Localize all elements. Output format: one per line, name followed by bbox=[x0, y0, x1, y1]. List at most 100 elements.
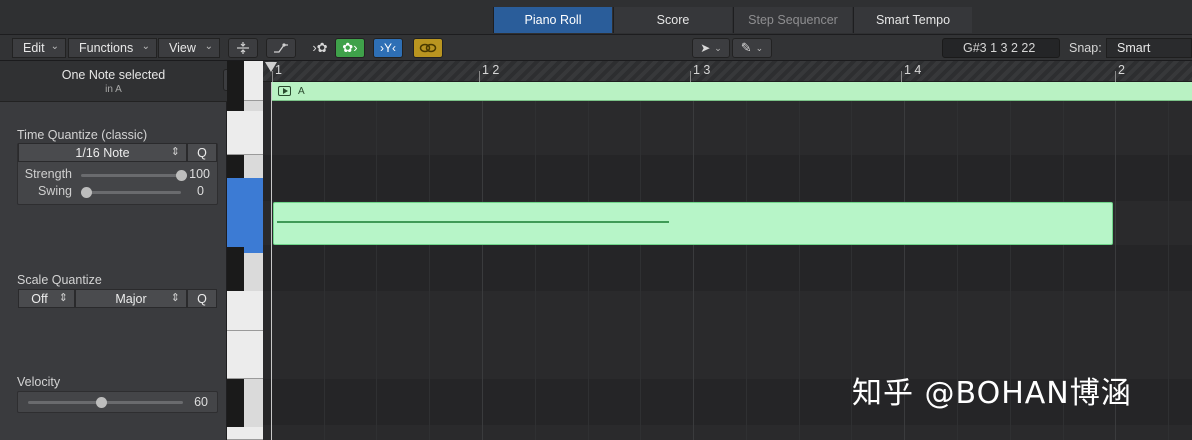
grid-line bbox=[640, 101, 641, 440]
selection-title: One Note selected bbox=[61, 68, 166, 82]
strength-slider-track[interactable] bbox=[81, 174, 181, 177]
automation-curve-icon bbox=[274, 43, 288, 53]
piano-black-key[interactable] bbox=[227, 379, 244, 427]
catch-icon: ›Y‹ bbox=[380, 41, 396, 55]
grid-line bbox=[429, 101, 430, 440]
grid-line bbox=[324, 101, 325, 440]
snap-select[interactable]: Smart bbox=[1106, 38, 1192, 58]
ruler-tick bbox=[479, 71, 480, 82]
velocity-value: 60 bbox=[194, 395, 208, 409]
grid-line bbox=[746, 101, 747, 440]
updown-chevron-icon: ⇕ bbox=[170, 146, 180, 158]
tab-score[interactable]: Score bbox=[613, 7, 732, 33]
ruler-label: 1 4 bbox=[904, 63, 922, 77]
tab-step-sequencer[interactable]: Step Sequencer bbox=[733, 7, 852, 33]
chevron-down-icon: ⌄ bbox=[141, 41, 150, 52]
scale-root-value: Off bbox=[31, 291, 48, 306]
edit-menu-label: Edit bbox=[23, 41, 45, 55]
pointer-tool-menu[interactable]: ➤ ⌄ bbox=[692, 38, 730, 58]
functions-menu-label: Functions bbox=[79, 41, 134, 55]
piano-white-key[interactable] bbox=[227, 331, 263, 379]
piano-white-key[interactable] bbox=[227, 427, 263, 440]
velocity-slider-thumb[interactable] bbox=[95, 397, 107, 408]
view-menu-label: View bbox=[169, 41, 196, 55]
edit-menu[interactable]: Edit ⌄ bbox=[12, 38, 66, 58]
playhead-handle-icon[interactable] bbox=[265, 62, 277, 72]
ruler-tick bbox=[272, 71, 273, 82]
selected-piano-key[interactable] bbox=[227, 178, 263, 253]
swing-slider-track[interactable] bbox=[81, 191, 181, 194]
midi-out-button[interactable]: ✿› bbox=[335, 38, 365, 58]
grid-line bbox=[535, 101, 536, 440]
piano-black-key[interactable] bbox=[227, 61, 244, 111]
ruler-tick bbox=[1115, 71, 1116, 82]
grid-line bbox=[588, 101, 589, 440]
grid-line bbox=[482, 101, 483, 440]
tab-smart-tempo[interactable]: Smart Tempo bbox=[853, 7, 972, 33]
piano-keyboard[interactable] bbox=[227, 61, 263, 440]
tab-bar: Piano Roll Score Step Sequencer Smart Te… bbox=[0, 0, 1192, 35]
pitch-lane bbox=[263, 101, 1192, 155]
piano-black-key[interactable] bbox=[227, 247, 244, 291]
piano-white-key[interactable] bbox=[227, 291, 263, 331]
editor-toolbar: Edit ⌄ Functions ⌄ View ⌄ ›✿ ✿› ›Y‹ ➤ ⌄ … bbox=[0, 35, 1192, 61]
pitch-lane bbox=[263, 245, 1192, 291]
pitch-lane bbox=[263, 155, 1192, 201]
velocity-label: Velocity bbox=[17, 375, 61, 389]
strength-label: Strength bbox=[24, 167, 72, 181]
snap-label: Snap: bbox=[1069, 41, 1102, 55]
pencil-icon: ✎ bbox=[740, 40, 752, 55]
ruler-label: 2 bbox=[1118, 63, 1125, 77]
pitch-lane bbox=[263, 291, 1192, 379]
bar-ruler[interactable]: 1 1 2 1 3 1 4 2 bbox=[263, 61, 1192, 82]
pencil-tool-menu[interactable]: ✎ ⌄ bbox=[732, 38, 772, 58]
note-velocity-line bbox=[277, 221, 669, 223]
time-quantize-q-button[interactable]: Q bbox=[187, 143, 217, 162]
time-quantize-label: Time Quantize (classic) bbox=[17, 128, 148, 142]
grid-line bbox=[1168, 101, 1169, 440]
selection-subtitle: in A bbox=[105, 84, 122, 95]
updown-chevron-icon: ⇕ bbox=[170, 292, 180, 304]
chevron-down-icon: ⌄ bbox=[50, 41, 59, 52]
ruler-label: 1 3 bbox=[693, 63, 711, 77]
link-button[interactable] bbox=[413, 38, 443, 58]
ruler-label: 1 2 bbox=[482, 63, 500, 77]
catch-button[interactable]: ›Y‹ bbox=[373, 38, 403, 58]
region-name: A bbox=[298, 86, 305, 97]
scale-quantize-label: Scale Quantize bbox=[17, 273, 102, 287]
collapse-icon bbox=[237, 42, 249, 54]
collapse-button[interactable] bbox=[228, 38, 258, 58]
piano-white-key[interactable] bbox=[227, 111, 263, 155]
inspector-header: One Note selected in A bbox=[0, 61, 253, 102]
swing-slider-thumb[interactable] bbox=[81, 187, 92, 198]
scale-type-value: Major bbox=[115, 291, 147, 306]
functions-menu[interactable]: Functions ⌄ bbox=[68, 38, 157, 58]
midi-in-button[interactable]: ›✿ bbox=[306, 38, 334, 58]
scale-quantize-q-button[interactable]: Q bbox=[187, 289, 217, 308]
midi-palette-icon: ›✿ bbox=[312, 40, 328, 55]
strength-value: 100 bbox=[189, 167, 210, 181]
position-display: G#3 1 3 2 22 bbox=[942, 38, 1060, 58]
swing-label: Swing bbox=[37, 184, 72, 198]
region-header-bar[interactable] bbox=[272, 82, 1192, 101]
grid-line bbox=[376, 101, 377, 440]
chevron-down-icon: ⌄ bbox=[755, 42, 764, 53]
region-play-icon bbox=[278, 86, 291, 96]
ruler-tick bbox=[690, 71, 691, 82]
watermark-text: 知乎 @BOHAN博涵 bbox=[852, 376, 1132, 411]
piano-roll-inspector: One Note selected in A Time Quantize (cl… bbox=[0, 61, 253, 440]
view-menu[interactable]: View ⌄ bbox=[158, 38, 220, 58]
grid-line bbox=[693, 101, 694, 440]
updown-chevron-icon: ⇕ bbox=[58, 292, 68, 304]
scale-root-select[interactable]: Off ⇕ bbox=[18, 289, 75, 308]
midi-out-icon: ✿› bbox=[342, 40, 358, 55]
automation-button[interactable] bbox=[266, 38, 296, 58]
chevron-down-icon: ⌄ bbox=[204, 41, 213, 52]
time-quantize-select[interactable]: 1/16 Note ⇕ bbox=[18, 143, 187, 162]
pointer-arrow-icon: ➤ bbox=[700, 41, 711, 55]
time-quantize-value: 1/16 Note bbox=[75, 145, 130, 160]
tab-piano-roll[interactable]: Piano Roll bbox=[493, 7, 612, 33]
scale-type-select[interactable]: Major ⇕ bbox=[75, 289, 187, 308]
playhead[interactable] bbox=[271, 82, 272, 440]
midi-note[interactable] bbox=[273, 202, 1113, 245]
